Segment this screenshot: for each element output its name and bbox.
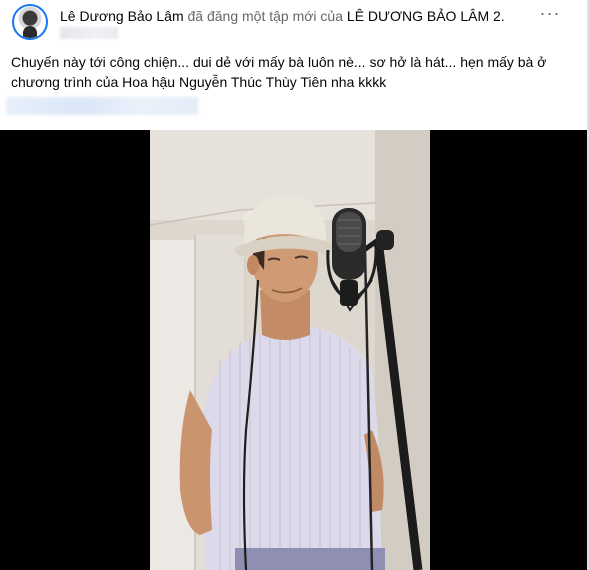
video-frame[interactable] (150, 130, 430, 570)
caption-line-2: chương trình của Hoa hậu Nguyễn Thúc Thù… (11, 74, 387, 90)
post-timestamp-blurred[interactable] (60, 27, 118, 39)
feed-post: Lê Dương Bảo Lâm đã đăng một tập mới của… (0, 0, 589, 570)
post-action-text: đã đăng một tập mới của (183, 8, 347, 24)
post-title-line: Lê Dương Bảo Lâm đã đăng một tập mới của… (60, 7, 505, 25)
video-still-image (150, 130, 430, 570)
post-header: Lê Dương Bảo Lâm đã đăng một tập mới của… (0, 0, 587, 50)
caption-line-1: Chuyến này tới công chiện... dui dẻ với … (11, 54, 547, 70)
author-name-link[interactable]: Lê Dương Bảo Lâm (60, 8, 184, 24)
post-caption: Chuyến này tới công chiện... dui dẻ với … (11, 52, 581, 92)
page-name-link[interactable]: LÊ DƯƠNG BẢO LÂM 2. (347, 8, 505, 24)
more-options-icon[interactable]: ··· (538, 4, 562, 24)
video-player[interactable] (0, 130, 587, 570)
author-avatar[interactable] (12, 4, 48, 40)
blurred-hashtags (6, 97, 198, 115)
